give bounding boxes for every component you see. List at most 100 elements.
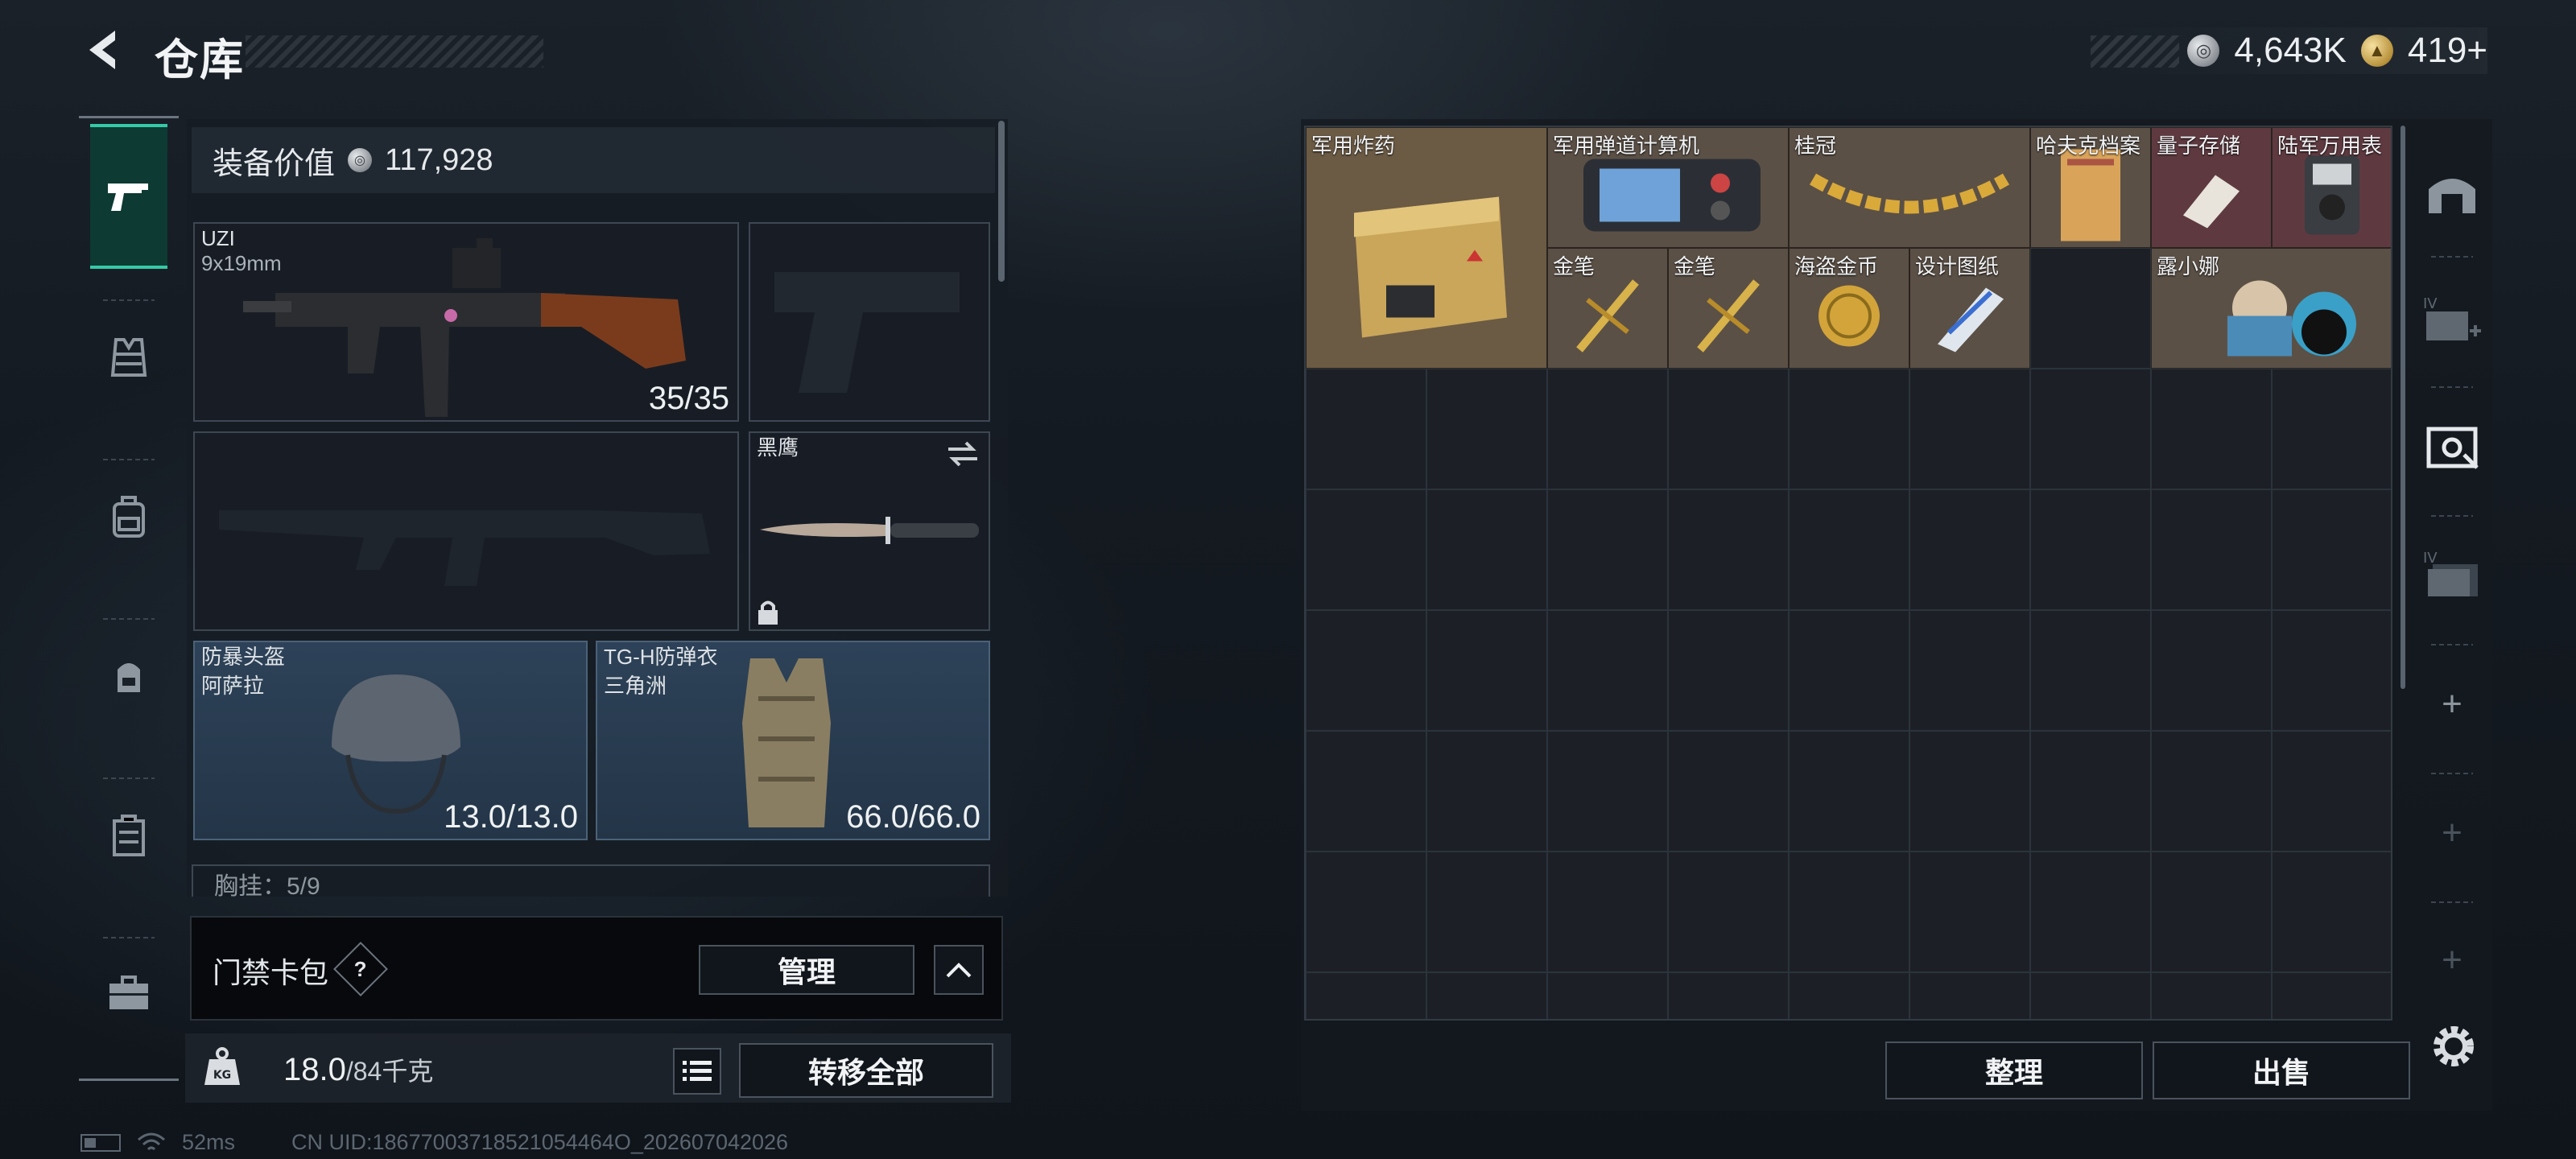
helmet-durability: 13.0/13.0 — [444, 799, 578, 835]
storage-item-ballistic-computer[interactable]: 军用弹道计算机 — [1547, 127, 1789, 248]
grid-cell[interactable] — [1547, 610, 1668, 731]
grid-cell[interactable] — [1789, 489, 1909, 610]
grid-cell[interactable] — [1668, 610, 1789, 731]
grid-cell[interactable] — [1909, 731, 2030, 852]
chest-rig-slot[interactable]: 胸挂：5/9 — [192, 864, 990, 897]
storage-item-army-multimeter[interactable]: 陆军万用表 — [2272, 127, 2391, 248]
grid-cell[interactable] — [2030, 852, 2151, 972]
sidebar-item-toolbox[interactable] — [90, 921, 167, 1066]
grid-cell[interactable] — [1909, 972, 2030, 1019]
equipment-value-label: 装备价值 — [213, 146, 336, 181]
sidebar-item-weapons[interactable] — [90, 124, 167, 269]
grid-cell[interactable] — [1547, 489, 1668, 610]
grid-cell[interactable] — [1306, 489, 1426, 610]
grid-cell[interactable] — [1789, 369, 1909, 489]
grid-cell[interactable] — [1668, 972, 1789, 1019]
grid-cell[interactable] — [2030, 610, 2151, 731]
grid-cell[interactable] — [1909, 369, 2030, 489]
tab-add-case[interactable]: IV — [2412, 259, 2492, 380]
grid-cell[interactable] — [2272, 972, 2391, 1019]
grid-cell[interactable] — [2030, 369, 2151, 489]
grid-cell[interactable] — [1547, 972, 1668, 1019]
tab-add-slot[interactable]: + — [2412, 773, 2492, 893]
grid-cell[interactable] — [1547, 369, 1668, 489]
grid-cell[interactable] — [2151, 369, 2272, 489]
grid-cell[interactable] — [1306, 369, 1426, 489]
grid-cell[interactable] — [1909, 489, 2030, 610]
sidebar-item-vest[interactable] — [90, 285, 167, 430]
sidebar-item-chest-rig[interactable] — [90, 444, 167, 589]
grid-cell[interactable] — [1426, 369, 1547, 489]
armor-slot[interactable]: TG-H防弹衣 三角洲 66.0/66.0 — [596, 641, 990, 840]
grid-cell[interactable] — [1547, 731, 1668, 852]
storage-item-pirate-coin[interactable]: 海盗金币 — [1789, 248, 1909, 369]
grid-cell[interactable] — [1547, 852, 1668, 972]
grid-cell[interactable] — [1306, 852, 1426, 972]
list-view-button[interactable] — [673, 1048, 721, 1095]
transfer-all-button[interactable]: 转移全部 — [739, 1043, 993, 1098]
tab-safe-box[interactable] — [2412, 386, 2492, 507]
sell-button[interactable]: 出售 — [2153, 1041, 2410, 1099]
storage-item-laurel[interactable]: 桂冠 — [1789, 127, 2030, 248]
grid-cell[interactable] — [1789, 852, 1909, 972]
grid-cell[interactable] — [2030, 731, 2151, 852]
secondary-weapon-slot[interactable] — [193, 431, 739, 631]
storage-scrollbar[interactable] — [2401, 126, 2405, 689]
sidebar-item-backpack[interactable] — [90, 604, 167, 749]
grid-cell[interactable] — [1306, 972, 1426, 1019]
grid-cell[interactable] — [1426, 972, 1547, 1019]
grid-cell[interactable] — [2151, 852, 2272, 972]
back-button[interactable] — [77, 24, 129, 76]
grid-cell[interactable] — [1909, 610, 2030, 731]
grid-cell[interactable] — [2151, 489, 2272, 610]
tab-home-vault[interactable] — [2412, 132, 2492, 253]
grid-cell[interactable] — [2272, 610, 2391, 731]
storage-item-design-blueprint[interactable]: 设计图纸 — [1909, 248, 2030, 369]
grid-cell[interactable] — [1789, 610, 1909, 731]
sort-button[interactable]: 整理 — [1885, 1041, 2143, 1099]
melee-slot[interactable]: 黑鹰 — [749, 431, 990, 631]
grid-cell[interactable] — [1426, 731, 1547, 852]
grid-cell[interactable] — [2272, 731, 2391, 852]
grid-cell[interactable] — [1668, 489, 1789, 610]
grid-cell[interactable] — [1426, 489, 1547, 610]
sidearm-slot[interactable] — [749, 222, 990, 422]
grid-cell[interactable] — [2151, 610, 2272, 731]
grid-cell[interactable] — [2030, 489, 2151, 610]
grid-cell[interactable] — [1426, 852, 1547, 972]
grid-cell[interactable] — [1426, 610, 1547, 731]
grid-cell[interactable] — [2272, 852, 2391, 972]
collapse-button[interactable] — [934, 945, 984, 995]
grid-cell[interactable] — [1306, 731, 1426, 852]
storage-item-haavk-file[interactable]: 哈夫克档案 — [2030, 127, 2151, 248]
grid-cell[interactable] — [1306, 610, 1426, 731]
tab-add-slot[interactable]: + — [2412, 900, 2492, 1021]
sidebar-item-case[interactable] — [90, 763, 167, 908]
storage-item-gold-pen[interactable]: 金笔 — [1668, 248, 1789, 369]
grid-cell[interactable] — [1668, 731, 1789, 852]
grid-cell[interactable] — [2151, 972, 2272, 1019]
grid-cell[interactable] — [1668, 852, 1789, 972]
grid-cell[interactable] — [2151, 731, 2272, 852]
tab-add-slot[interactable]: + — [2412, 644, 2492, 765]
equipment-scrollbar[interactable] — [998, 121, 1005, 282]
grid-cell[interactable] — [2030, 248, 2151, 369]
storage-item-quantum-storage[interactable]: 量子存储 — [2151, 127, 2272, 248]
grid-cell[interactable] — [1668, 369, 1789, 489]
storage-item-gold-pen[interactable]: 金笔 — [1547, 248, 1668, 369]
primary-weapon-slot[interactable]: UZI 9x19mm 35/35 — [193, 222, 739, 422]
grid-cell[interactable] — [2030, 972, 2151, 1019]
swap-icon[interactable] — [945, 439, 980, 468]
tab-case-stack[interactable]: IV — [2412, 514, 2492, 634]
grid-cell[interactable] — [1909, 852, 2030, 972]
grid-cell[interactable] — [2272, 489, 2391, 610]
settings-button[interactable] — [2423, 1016, 2484, 1077]
storage-item-lu-xiaona[interactable]: 露小娜 — [2151, 248, 2391, 369]
grid-cell[interactable] — [2272, 369, 2391, 489]
manage-button[interactable]: 管理 — [699, 945, 914, 995]
grid-cell[interactable] — [1789, 731, 1909, 852]
grid-cell[interactable] — [1789, 972, 1909, 1019]
storage-item-explosive[interactable]: 军用炸药 — [1306, 127, 1547, 369]
help-mark: ? — [354, 956, 367, 981]
helmet-slot[interactable]: 防暴头盔 阿萨拉 13.0/13.0 — [193, 641, 588, 840]
